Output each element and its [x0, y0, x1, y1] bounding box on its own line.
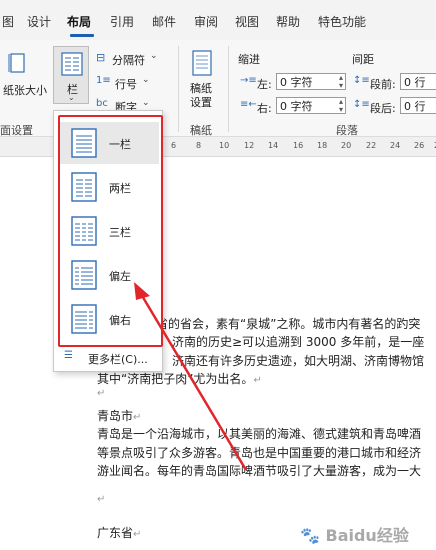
watermark: 🐾 Baidu经验	[300, 522, 409, 546]
watermark-text: Baidu经验	[325, 526, 409, 545]
annotation-arrow	[134, 282, 248, 471]
paw-icon: 🐾	[300, 526, 320, 545]
